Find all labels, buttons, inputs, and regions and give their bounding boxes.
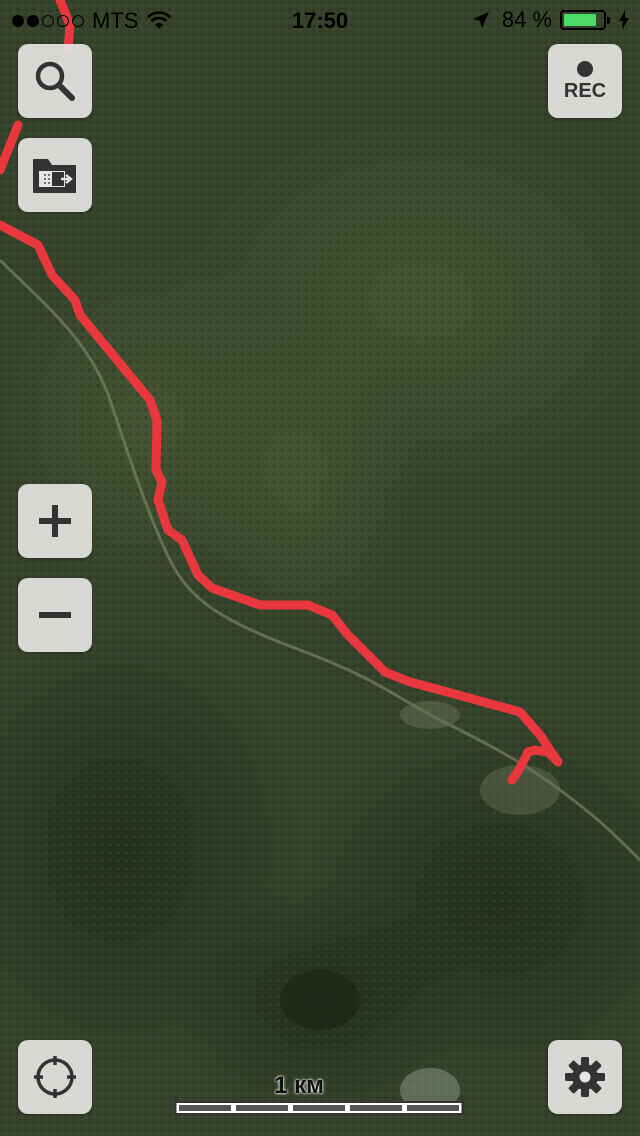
battery-icon <box>560 10 610 30</box>
rec-label: REC <box>563 80 607 102</box>
satellite-map[interactable] <box>0 0 640 1136</box>
gear-icon <box>565 1057 605 1097</box>
folder-import-icon <box>33 159 76 193</box>
locate-button[interactable] <box>18 1040 92 1114</box>
rec-label-group: REC <box>564 61 606 101</box>
status-bar: MTS 17:50 84 % <box>0 0 640 40</box>
plus-icon <box>39 505 71 537</box>
location-arrow-icon <box>472 12 489 28</box>
rec-dot-icon <box>576 61 593 77</box>
locate-icon <box>34 1056 76 1098</box>
zoom-out-button[interactable] <box>18 578 92 652</box>
charging-bolt-icon <box>619 10 629 30</box>
record-button[interactable]: REC <box>548 44 622 118</box>
scale-bar <box>174 1096 464 1115</box>
map-scale: 1 км <box>174 1072 464 1122</box>
tracks-folder-button[interactable] <box>18 138 92 212</box>
settings-button[interactable] <box>548 1040 622 1114</box>
zoom-in-button[interactable] <box>18 484 92 558</box>
battery-percent: 84 % <box>501 7 552 32</box>
minus-icon <box>39 612 71 618</box>
search-button[interactable] <box>18 44 92 118</box>
search-icon <box>35 61 75 101</box>
status-right: 84 % <box>472 7 630 33</box>
